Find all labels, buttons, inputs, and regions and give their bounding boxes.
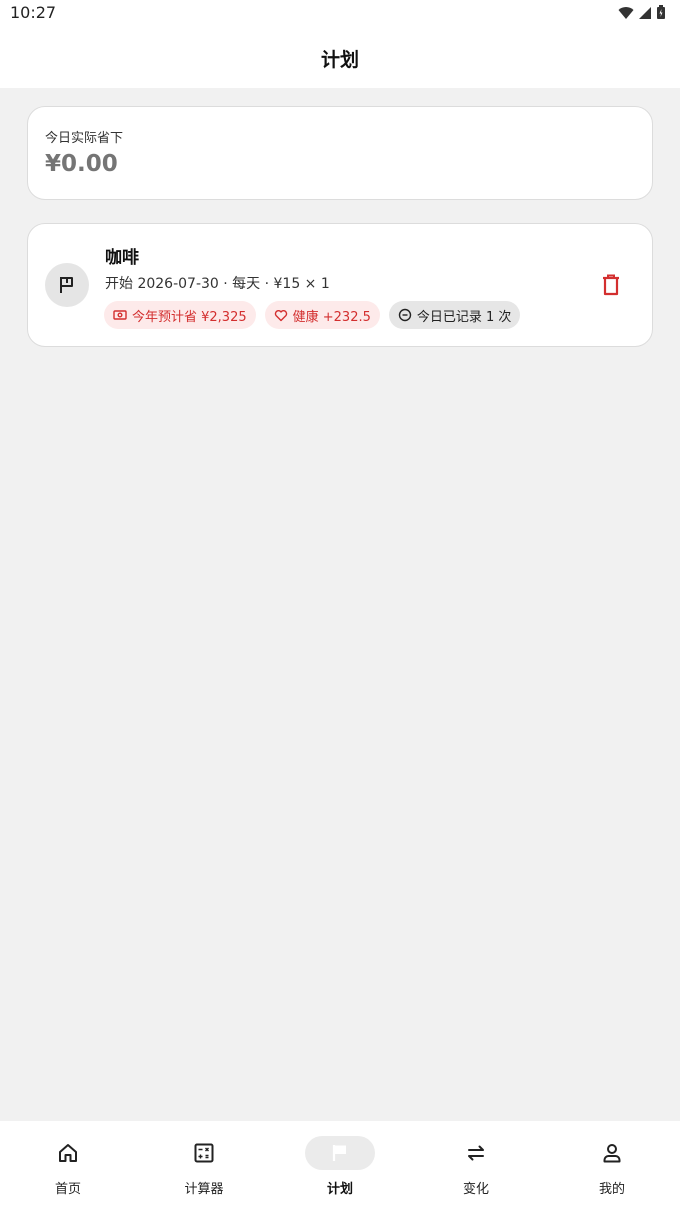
wifi-icon	[618, 6, 634, 19]
trash-icon	[603, 274, 619, 296]
signal-icon	[639, 6, 651, 19]
recorded-chip: 今日已记录 1 次	[388, 301, 521, 329]
plan-chips: 今年预计省 ¥2,325 健康 +232.5 今日已记录 1 次	[104, 301, 521, 329]
nav-label-profile: 我的	[598, 1182, 625, 1197]
nav-item-calculator[interactable]: 计算器	[136, 1121, 272, 1209]
nav-icon-container	[33, 1136, 103, 1170]
bottom-navigation: 首页 计算器 计划 变化 我的	[0, 1121, 680, 1209]
swap-icon	[468, 1145, 484, 1161]
home-icon	[59, 1144, 77, 1162]
plan-meta: 开始 2026-07-30 · 每天 · ¥15 × 1	[105, 276, 330, 292]
nav-label-plan: 计划	[326, 1182, 353, 1197]
battery-icon	[657, 5, 665, 19]
today-savings-value: ¥0.00	[45, 151, 118, 177]
plan-card[interactable]: 咖啡 开始 2026-07-30 · 每天 · ¥15 × 1 今年预计省 ¥2…	[27, 223, 653, 347]
nav-label-changes: 变化	[462, 1182, 489, 1197]
nav-icon-container	[169, 1136, 239, 1170]
yearly-savings-chip: 今年预计省 ¥2,325	[104, 301, 256, 329]
nav-label-calculator: 计算器	[184, 1182, 224, 1197]
app-bar: 计划	[0, 28, 680, 88]
nav-icon-container	[441, 1136, 511, 1170]
nav-label-home: 首页	[54, 1182, 81, 1197]
heart-icon	[274, 309, 287, 321]
page-title: 计划	[320, 48, 359, 71]
delete-plan-button[interactable]	[598, 272, 624, 298]
health-text: 健康 +232.5	[292, 309, 371, 325]
nav-item-home[interactable]: 首页	[0, 1121, 136, 1209]
status-icons	[618, 5, 666, 20]
today-savings-label: 今日实际省下	[45, 131, 124, 146]
today-savings-card: 今日实际省下 ¥0.00	[27, 106, 653, 200]
money-icon	[113, 310, 127, 320]
flag-icon	[60, 277, 73, 293]
status-bar: 10:27	[0, 0, 680, 28]
nav-item-plan[interactable]: 计划	[272, 1121, 408, 1209]
calculator-icon	[194, 1143, 214, 1163]
yearly-savings-text: 今年预计省 ¥2,325	[132, 309, 247, 325]
flag-icon	[332, 1145, 346, 1161]
plan-name: 咖啡	[105, 248, 139, 268]
minus-circle-icon	[398, 308, 412, 322]
plan-avatar	[45, 263, 89, 307]
nav-icon-container	[577, 1136, 647, 1170]
recorded-text: 今日已记录 1 次	[416, 309, 512, 325]
health-chip: 健康 +232.5	[264, 301, 380, 329]
status-time: 10:27	[10, 3, 57, 22]
person-icon	[603, 1144, 621, 1163]
nav-icon-container-active	[305, 1136, 375, 1170]
nav-item-changes[interactable]: 变化	[408, 1121, 544, 1209]
nav-item-profile[interactable]: 我的	[544, 1121, 680, 1209]
